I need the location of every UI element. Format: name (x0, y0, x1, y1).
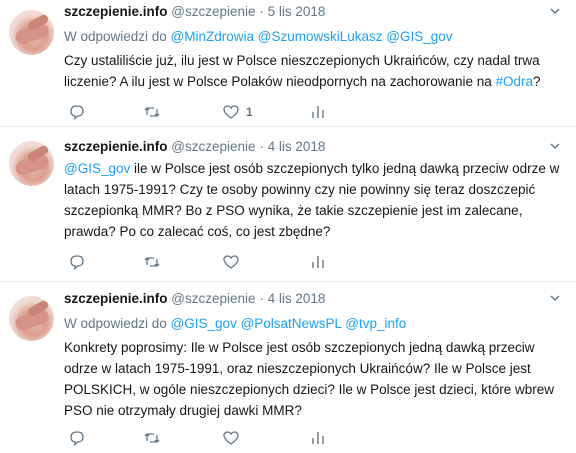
like-count: 1 (246, 105, 253, 119)
tweet-text: @GIS_gov ile w Polsce jest osób szczepio… (64, 158, 562, 242)
chevron-down-icon[interactable] (548, 139, 562, 153)
reply-button[interactable] (68, 253, 86, 271)
tweet-text-body: ile w Polsce jest osób szczepionych tylk… (64, 161, 560, 239)
analytics-icon (312, 432, 324, 444)
avatar[interactable] (9, 296, 54, 341)
separator-dot[interactable]: @szczepienie (171, 291, 255, 306)
reply-button[interactable] (68, 429, 86, 447)
reply-context: W odpowiedzi do @GIS_gov @PolsatNewsPL @… (64, 316, 406, 331)
tweet-date[interactable]: 4 lis 2018 (268, 291, 326, 306)
tweet[interactable]: szczepienie.info @szczepienie · 4 lis 20… (0, 127, 576, 282)
tweet-text-end: ? (533, 74, 541, 89)
like-button[interactable] (222, 253, 240, 271)
retweet-icon (144, 433, 160, 443)
retweet-icon (144, 107, 160, 117)
reply-mentions[interactable]: @MinZdrowia @SzumowskiLukasz @GIS_gov (171, 29, 453, 44)
tweet-header: szczepienie.info @szczepienie · 4 lis 20… (64, 139, 562, 157)
like-icon (223, 105, 239, 119)
reply-icon (70, 105, 84, 121)
hashtag-link[interactable]: #Odra (496, 74, 534, 89)
retweet-button[interactable] (143, 253, 161, 271)
author-handle[interactable]: @szczepienie (171, 4, 255, 19)
tweet[interactable]: szczepienie.info @szczepienie · 5 lis 20… (0, 0, 576, 127)
reply-icon (70, 255, 84, 271)
analytics-icon (312, 106, 324, 118)
tweet[interactable]: szczepienie.info @szczepienie · 4 lis 20… (0, 282, 576, 453)
chevron-down-icon[interactable] (548, 4, 562, 18)
tweet-text: Konkrety poprosimy: Ile w Polsce jest os… (64, 340, 554, 418)
tweet-text: Czy ustaliliście już, ilu jest w Polsce … (64, 50, 562, 92)
reply-context: W odpowiedzi do @MinZdrowia @SzumowskiLu… (64, 29, 453, 44)
like-icon (223, 431, 239, 445)
author-name[interactable]: szczepienie.info (64, 139, 168, 154)
author-handle[interactable]: @szczepienie (171, 139, 255, 154)
separator-dot: · (259, 4, 264, 19)
tweet-actions (64, 253, 364, 271)
reply-icon (70, 431, 84, 447)
reply-prefix: W odpowiedzi do (64, 29, 167, 44)
avatar[interactable] (9, 141, 54, 186)
tweet-date[interactable]: 5 lis 2018 (268, 4, 326, 19)
tweet-text-body: Czy ustaliliście już, ilu jest w Polsce … (64, 53, 540, 89)
like-button[interactable] (222, 429, 240, 447)
mention-link[interactable]: @GIS_gov (64, 161, 130, 176)
separator-dot: · (259, 291, 264, 306)
tweet-date[interactable]: 4 lis 2018 (268, 139, 326, 154)
tweet-actions: 1 (64, 103, 364, 121)
reply-prefix: W odpowiedzi do (64, 316, 167, 331)
like-button[interactable]: 1 (222, 103, 253, 121)
tweet-header: szczepienie.info @szczepienie · 4 lis 20… (64, 291, 562, 309)
analytics-icon (312, 256, 324, 268)
reply-mentions[interactable]: @GIS_gov @PolsatNewsPL @tvp_info (171, 316, 407, 331)
author-name[interactable]: szczepienie.info (64, 291, 168, 306)
retweet-button[interactable] (143, 429, 161, 447)
analytics-button[interactable] (309, 253, 327, 271)
like-icon (223, 255, 239, 269)
author-name[interactable]: szczepienie.info (64, 4, 168, 19)
chevron-down-icon[interactable] (548, 291, 562, 305)
analytics-button[interactable] (309, 429, 327, 447)
retweet-icon (144, 257, 160, 267)
separator-dot: · (259, 139, 264, 154)
avatar[interactable] (9, 10, 54, 55)
tweet-actions (64, 429, 364, 447)
retweet-button[interactable] (143, 103, 161, 121)
reply-button[interactable] (68, 103, 86, 121)
tweet-header: szczepienie.info @szczepienie · 5 lis 20… (64, 4, 562, 22)
analytics-button[interactable] (309, 103, 327, 121)
